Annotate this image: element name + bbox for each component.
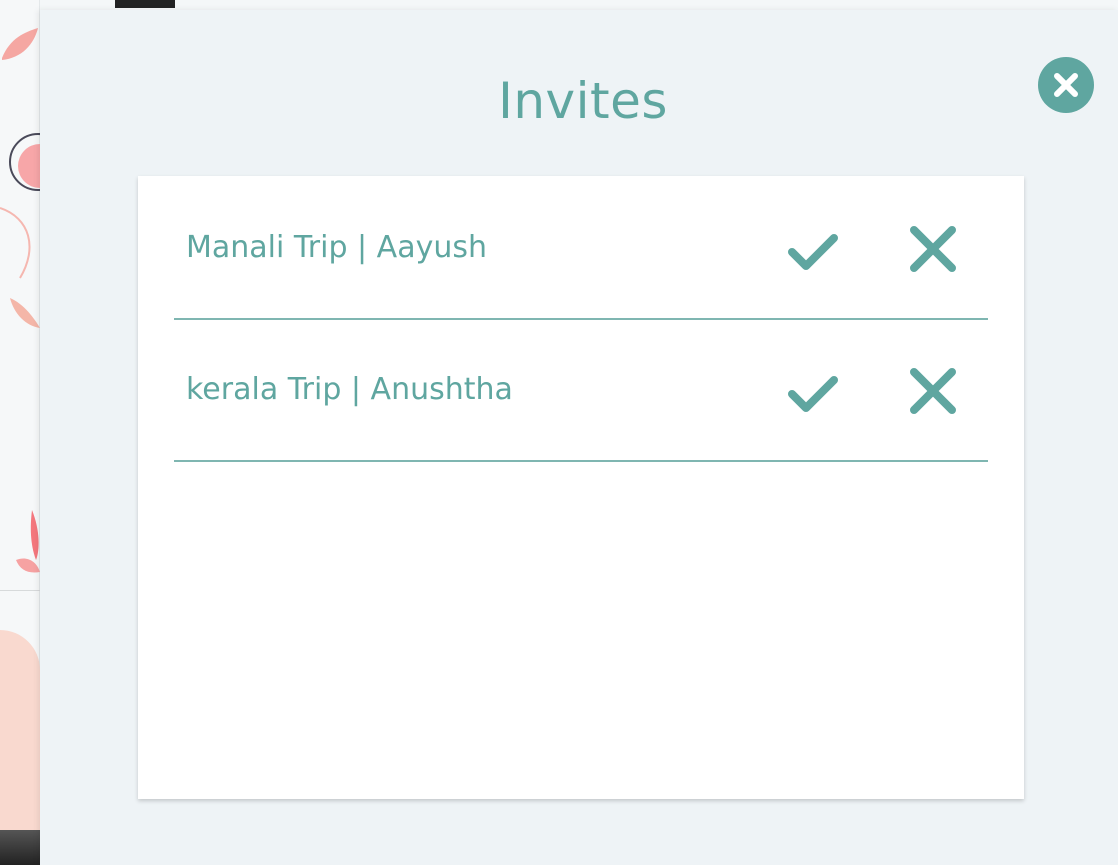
close-button[interactable] <box>1038 57 1094 113</box>
modal-title: Invites <box>498 72 668 130</box>
invites-modal: Invites Manali Trip | Aayush kerala Trip <box>40 10 1118 865</box>
check-icon <box>788 376 838 412</box>
x-icon <box>910 368 956 414</box>
invite-item: kerala Trip | Anushtha <box>174 320 988 462</box>
reject-invite-button[interactable] <box>906 226 962 276</box>
invite-item: Manali Trip | Aayush <box>174 178 988 320</box>
invite-label: Manali Trip | Aayush <box>186 230 487 265</box>
invites-list: Manali Trip | Aayush kerala Trip | Anush… <box>138 176 1024 799</box>
accept-invite-button[interactable] <box>786 368 842 418</box>
check-icon <box>788 234 838 270</box>
background-bottom-fragment <box>0 830 40 865</box>
invite-label: kerala Trip | Anushtha <box>186 372 513 407</box>
leaf-decoration <box>2 28 38 60</box>
close-circle-icon <box>1054 73 1078 97</box>
flower-decoration <box>0 133 40 328</box>
x-icon <box>910 226 956 272</box>
accept-invite-button[interactable] <box>786 226 842 276</box>
background-peach-shape <box>0 630 40 830</box>
reject-invite-button[interactable] <box>906 368 962 418</box>
background-divider <box>0 590 40 591</box>
petal-decoration <box>16 510 40 573</box>
background-topbar-fragment <box>115 0 175 8</box>
